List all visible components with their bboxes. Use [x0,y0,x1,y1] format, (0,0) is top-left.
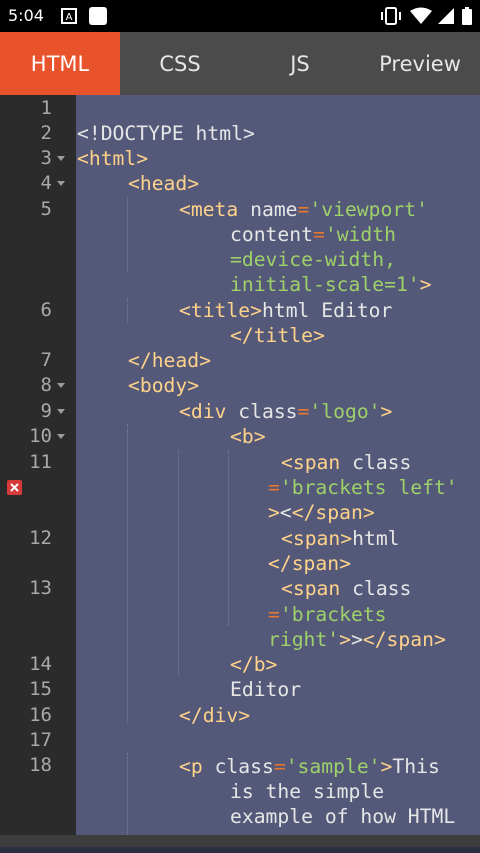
signal-icon [437,7,455,29]
tab-preview[interactable]: Preview [360,32,480,95]
battery-icon [461,7,473,29]
code-line-8: <body> [128,374,200,397]
line-number: 10 [29,425,52,447]
line-number: 15 [29,678,52,700]
line-number: 17 [29,729,52,751]
line-number: 3 [40,147,52,169]
fold-toggle-icon[interactable] [57,181,65,186]
code-line-14: </b> [230,653,278,676]
fold-toggle-icon[interactable] [57,383,65,388]
code-line-5-wrap: initial-scale=1'> [230,273,432,296]
line-number: 14 [29,653,52,675]
code-line-4: <head> [128,172,200,195]
code-line-7: </head> [128,349,211,372]
line-number: 11 [29,451,52,473]
navigation-bar [0,847,480,853]
code-line-11-wrap: ='brackets left' [268,476,458,499]
line-number: 7 [40,349,52,371]
line-number: 8 [40,374,52,396]
code-line-13-wrap: ='brackets [268,603,387,626]
a-box-icon: A [61,8,77,24]
svg-text:A: A [66,12,73,23]
line-number: 18 [29,754,52,776]
tab-js[interactable]: JS [240,32,360,95]
editor-tab-bar: HTML CSS JS Preview [0,32,480,95]
code-line-11: <span class [281,451,412,474]
code-line-18-wrap: example of how HTML [230,805,456,828]
code-line-11-wrap: ><</span> [268,501,375,524]
wifi-icon [410,7,432,29]
editor-bottom-bar [0,835,480,847]
code-line-6: <title>html Editor [179,299,393,322]
code-line-16: </div> [179,704,251,727]
line-number: 2 [40,122,52,144]
line-number: 13 [29,577,52,599]
white-square-icon [88,6,108,26]
code-line-6-wrap: </title> [230,324,325,347]
code-line-2: <!DOCTYPE html> [77,122,255,145]
line-number: 9 [40,400,52,422]
code-line-18-wrap: is the simple [230,780,385,803]
line-number: 4 [40,172,52,194]
tab-css[interactable]: CSS [120,32,240,95]
fold-toggle-icon[interactable] [57,434,65,439]
vibrate-icon [380,7,402,29]
code-line-5-wrap: content='width [230,223,396,246]
code-line-12: <span>html [281,527,400,550]
code-line-13-wrap: right'>></span> [268,628,446,651]
status-bar: 5:04 A [0,0,480,32]
error-x-icon[interactable] [7,480,22,495]
code-line-9: <div class='logo'> [179,400,393,423]
fold-toggle-icon[interactable] [57,156,65,161]
line-number: 16 [29,704,52,726]
line-number-gutter: 1 2 3 4 5 6 7 8 9 10 11 12 13 14 15 16 1… [0,95,76,835]
code-line-5-wrap: =device-width, [230,248,396,271]
code-line-5: <meta name='viewport' [179,198,428,221]
code-line-12-wrap: </span> [268,552,351,575]
tab-html[interactable]: HTML [0,32,120,95]
fold-toggle-icon[interactable] [57,409,65,414]
code-line-18: <p class='sample'>This [179,755,440,778]
code-line-15: Editor [230,678,302,701]
line-number: 6 [40,299,52,321]
line-number: 1 [40,97,52,119]
code-line-3: <html> [77,147,149,170]
code-line-13: <span class [281,577,412,600]
line-number: 5 [40,198,52,220]
code-line-10: <b> [230,425,266,448]
status-time: 5:04 [8,6,44,25]
line-number: 12 [29,527,52,549]
